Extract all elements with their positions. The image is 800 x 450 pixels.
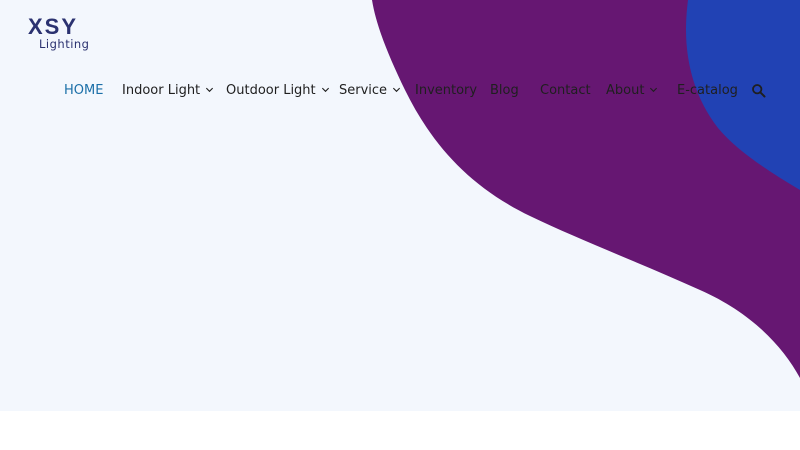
- nav-item-contact[interactable]: Contact: [540, 78, 591, 104]
- main-navigation: HOME Indoor Light Outdoor Light Service …: [0, 78, 800, 104]
- nav-item-label: E-catalog: [677, 83, 738, 98]
- nav-item-label: HOME: [64, 83, 104, 98]
- nav-item-label: About: [606, 83, 645, 98]
- hero-section: XSY Lighting HOME Indoor Light Outdoor L…: [0, 0, 800, 411]
- search-icon[interactable]: [751, 83, 767, 99]
- hero-wave-shapes: [372, 0, 800, 378]
- page-content-area: [0, 411, 800, 450]
- nav-item-label: Indoor Light: [122, 83, 201, 98]
- site-logo[interactable]: XSY Lighting: [28, 14, 98, 54]
- logo-sub-text: Lighting: [39, 37, 90, 51]
- nav-item-label: Inventory: [415, 83, 478, 98]
- nav-item-home[interactable]: HOME: [64, 78, 103, 104]
- nav-item-indoor-light[interactable]: Indoor Light: [122, 78, 214, 104]
- nav-item-blog[interactable]: Blog: [490, 78, 519, 104]
- nav-item-label: Service: [339, 83, 388, 98]
- nav-item-e-catalog[interactable]: E-catalog: [677, 78, 738, 104]
- nav-item-label: Contact: [540, 83, 591, 98]
- nav-item-service[interactable]: Service: [339, 78, 401, 104]
- nav-item-inventory[interactable]: Inventory: [415, 78, 477, 104]
- chevron-down-icon: [393, 87, 401, 93]
- nav-item-outdoor-light[interactable]: Outdoor Light: [226, 78, 330, 104]
- chevron-down-icon: [650, 87, 658, 93]
- nav-item-label: Blog: [490, 83, 519, 98]
- chevron-down-icon: [321, 87, 329, 93]
- nav-item-label: Outdoor Light: [226, 83, 316, 98]
- chevron-down-icon: [206, 87, 214, 93]
- nav-item-about[interactable]: About: [606, 78, 658, 104]
